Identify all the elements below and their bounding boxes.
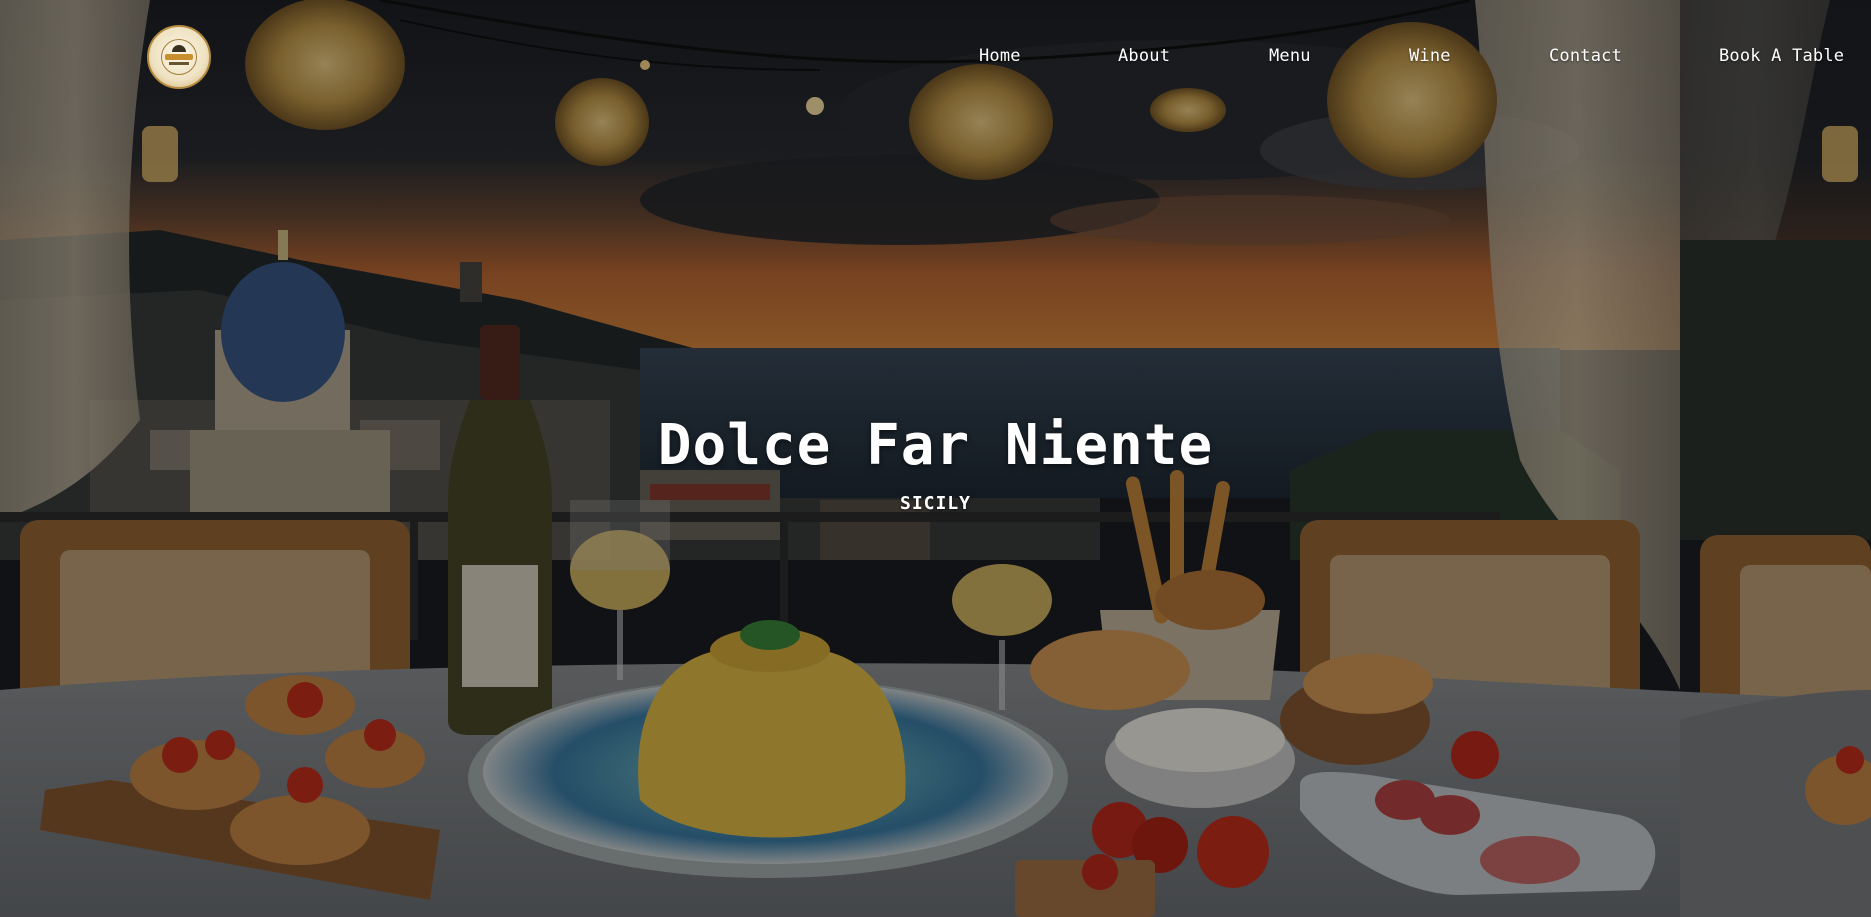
nav-link-menu[interactable]: Menu <box>1269 46 1311 66</box>
hero-title: Dolce Far Niente <box>657 413 1214 478</box>
nav-link-book-a-table[interactable]: Book A Table <box>1719 46 1844 66</box>
nav-link-about[interactable]: About <box>1118 46 1170 66</box>
nav-menu: Home About Menu Wine Contact Book A Tabl… <box>0 46 1871 70</box>
top-navigation: Home About Menu Wine Contact Book A Tabl… <box>0 0 1871 116</box>
hero-title-block: Dolce Far Niente SICILY <box>0 410 1871 514</box>
nav-link-wine[interactable]: Wine <box>1409 46 1451 66</box>
hero-section: Home About Menu Wine Contact Book A Tabl… <box>0 0 1871 917</box>
nav-link-home[interactable]: Home <box>979 46 1021 66</box>
nav-link-contact[interactable]: Contact <box>1549 46 1622 66</box>
hero-subtitle: SICILY <box>899 493 972 514</box>
